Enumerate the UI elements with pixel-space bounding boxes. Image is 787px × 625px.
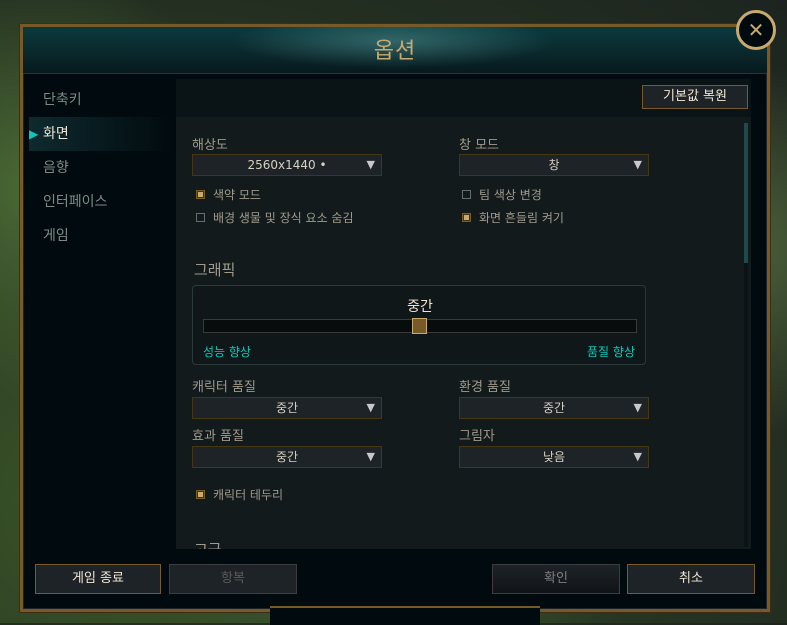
- ok-button[interactable]: 확인: [492, 564, 620, 594]
- window-mode-label: 창 모드: [459, 138, 500, 153]
- cancel-button[interactable]: 취소: [627, 564, 755, 594]
- caret-down-icon: ▼: [366, 450, 375, 463]
- resolution-value: 2560x1440 •: [247, 158, 327, 172]
- window-mode-select[interactable]: 창 ▼: [459, 154, 649, 176]
- bottom-hud-strip: [270, 606, 540, 625]
- effects-quality-value: 중간: [275, 450, 299, 464]
- caret-down-icon: ▼: [633, 158, 642, 171]
- shadows-select[interactable]: 낮음 ▼: [459, 446, 649, 468]
- nav-item-interface[interactable]: 인터페이스: [29, 185, 174, 219]
- screen-shake-checkbox[interactable]: 화면 흔들림 켜기: [462, 209, 564, 226]
- shadows-value: 낮음: [542, 450, 566, 464]
- character-quality-label: 캐릭터 품질: [192, 380, 256, 395]
- graphics-quality-panel: 중간 성능 향상 품질 향상: [192, 285, 646, 365]
- checkbox-label: 색약 모드: [213, 188, 261, 202]
- panel-toolbar: 기본값 복원: [176, 79, 751, 117]
- caret-down-icon: ▼: [633, 450, 642, 463]
- dialog-title: 옵션: [373, 39, 417, 64]
- checkbox-label: 팀 색상 변경: [479, 188, 542, 202]
- close-icon[interactable]: ✕: [736, 10, 776, 50]
- checkbox-box: [196, 490, 205, 499]
- surrender-button[interactable]: 항복: [169, 564, 297, 594]
- graphics-slider-thumb[interactable]: [412, 318, 427, 334]
- resolution-label: 해상도: [192, 138, 228, 153]
- checkbox-label: 캐릭터 테두리: [213, 488, 284, 502]
- hide-eye-candy-checkbox[interactable]: 배경 생물 및 장식 요소 숨김: [196, 209, 354, 226]
- environment-quality-label: 환경 품질: [459, 380, 511, 395]
- environment-quality-select[interactable]: 중간 ▼: [459, 397, 649, 419]
- checkbox-box: [196, 213, 205, 222]
- exit-game-button[interactable]: 게임 종료: [35, 564, 161, 594]
- environment-quality-value: 중간: [542, 401, 566, 415]
- checkbox-box: [462, 190, 471, 199]
- dialog-header: 옵션: [23, 27, 767, 74]
- character-quality-select[interactable]: 중간 ▼: [192, 397, 382, 419]
- shadows-label: 그림자: [459, 429, 495, 444]
- colorblind-checkbox[interactable]: 색약 모드: [196, 186, 261, 203]
- checkbox-label: 화면 흔들림 켜기: [479, 211, 564, 225]
- nav-item-label: 단축키: [43, 92, 82, 108]
- scrollbar-thumb[interactable]: [744, 123, 748, 263]
- character-outline-checkbox[interactable]: 캐릭터 테두리: [196, 486, 283, 503]
- team-color-checkbox[interactable]: 팀 색상 변경: [462, 186, 542, 203]
- effects-quality-label: 효과 품질: [192, 429, 244, 444]
- caret-down-icon: ▼: [633, 401, 642, 414]
- slider-max-label: 품질 향상: [587, 345, 635, 359]
- graphics-level-label: 중간: [407, 299, 433, 315]
- effects-quality-select[interactable]: 중간 ▼: [192, 446, 382, 468]
- nav-item-hotkeys[interactable]: 단축키: [29, 83, 174, 117]
- settings-panel: 기본값 복원 해상도 2560x1440 • ▼ 창 모드 창 ▼ 색약 모드 …: [176, 79, 751, 549]
- slider-min-label: 성능 향상: [203, 345, 251, 359]
- window-mode-value: 창: [548, 158, 560, 172]
- nav-item-sound[interactable]: 음향: [29, 151, 174, 185]
- options-dialog: 옵션 단축키 ▶ 화면 음향 인터페이스 게임 기본값 복원 해상도 2560x1…: [20, 24, 770, 612]
- nav-item-label: 인터페이스: [43, 194, 108, 210]
- character-quality-value: 중간: [275, 401, 299, 415]
- nav-item-label: 게임: [43, 228, 69, 244]
- nav-item-video[interactable]: ▶ 화면: [29, 117, 174, 151]
- nav-item-label: 화면: [43, 126, 69, 142]
- checkbox-box: [196, 190, 205, 199]
- resolution-select[interactable]: 2560x1440 • ▼: [192, 154, 382, 176]
- nav-item-label: 음향: [43, 160, 69, 176]
- caret-down-icon: ▼: [366, 401, 375, 414]
- advanced-section-title: 고급: [194, 539, 222, 549]
- caret-down-icon: ▼: [366, 158, 375, 171]
- graphics-section-title: 그래픽: [194, 261, 236, 279]
- options-nav: 단축키 ▶ 화면 음향 인터페이스 게임: [29, 83, 174, 253]
- checkbox-box: [462, 213, 471, 222]
- nav-item-game[interactable]: 게임: [29, 219, 174, 253]
- restore-defaults-button[interactable]: 기본값 복원: [642, 85, 748, 109]
- checkbox-label: 배경 생물 및 장식 요소 숨김: [213, 211, 354, 225]
- active-arrow-icon: ▶: [29, 127, 39, 141]
